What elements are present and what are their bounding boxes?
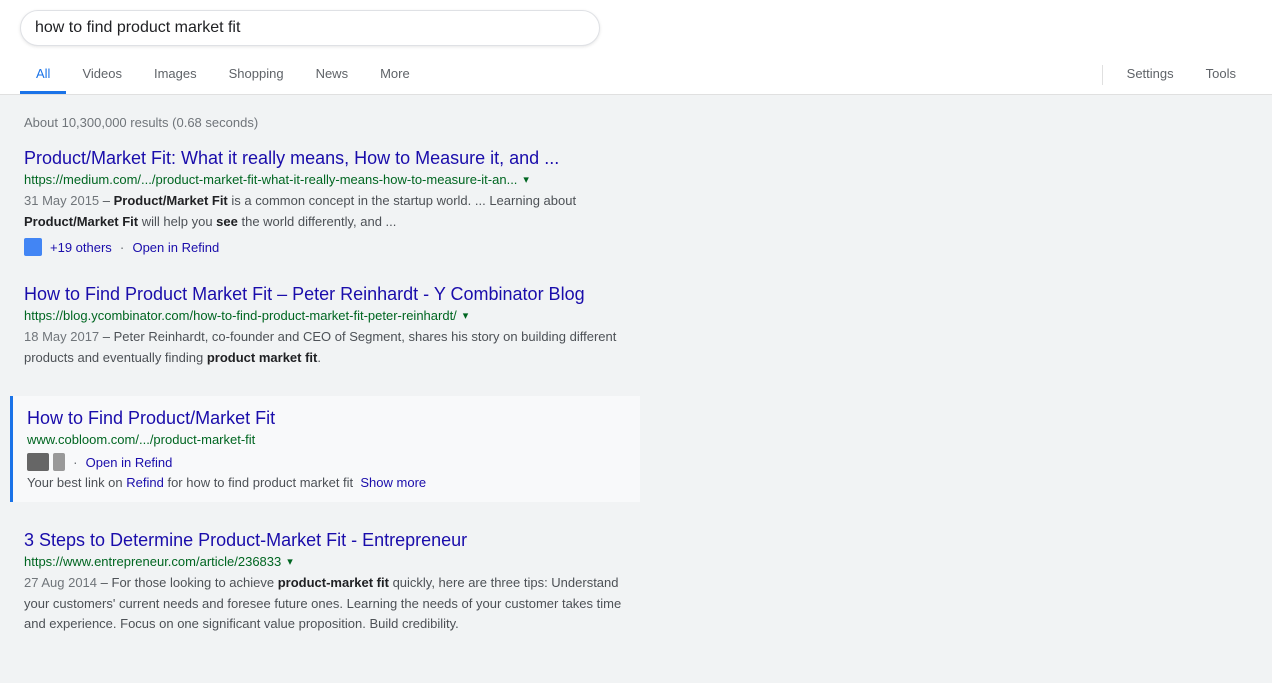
result-title[interactable]: How to Find Product/Market Fit <box>27 408 626 429</box>
search-box-container <box>20 10 600 46</box>
best-link-row: Your best link on Refind for how to find… <box>27 475 626 490</box>
tab-tools[interactable]: Tools <box>1190 56 1252 94</box>
show-more-link[interactable]: Show more <box>360 475 426 490</box>
tab-news[interactable]: News <box>300 56 365 94</box>
refine-square-icon <box>24 238 42 256</box>
result-snippet: 31 May 2015 – Product/Market Fit is a co… <box>24 191 640 232</box>
refine-others-link[interactable]: +19 others <box>50 240 112 255</box>
result-title[interactable]: Product/Market Fit: What it really means… <box>24 148 640 169</box>
result-bold-pmf2: product-market fit <box>278 575 389 590</box>
result-snippet: 18 May 2017 – Peter Reinhardt, co-founde… <box>24 327 640 368</box>
result-bold-2: Product/Market Fit <box>24 214 138 229</box>
result-dash: – <box>103 193 114 208</box>
result-bold-3: see <box>216 214 238 229</box>
tab-more[interactable]: More <box>364 56 426 94</box>
result-snippet: 27 Aug 2014 – For those looking to achie… <box>24 573 640 635</box>
result-item-highlighted: How to Find Product/Market Fit www.coblo… <box>10 396 640 502</box>
results-count: About 10,300,000 results (0.68 seconds) <box>24 115 640 130</box>
refine-thumb-row: · Open in Refind <box>27 453 626 471</box>
tab-settings[interactable]: Settings <box>1111 56 1190 94</box>
result-url-row: www.cobloom.com/.../product-market-fit <box>27 432 626 447</box>
tab-videos[interactable]: Videos <box>66 56 138 94</box>
result-dash: – <box>101 575 112 590</box>
result-date: 27 Aug 2014 <box>24 575 97 590</box>
thumb-icons <box>27 453 65 471</box>
nav-right: Settings Tools <box>1094 56 1252 94</box>
result-date: 18 May 2017 <box>24 329 99 344</box>
open-in-refind-link-2[interactable]: Open in Refind <box>86 455 173 470</box>
open-in-refind-link[interactable]: Open in Refind <box>132 240 219 255</box>
refind-label: Refind <box>126 475 164 490</box>
result-title[interactable]: How to Find Product Market Fit – Peter R… <box>24 284 640 305</box>
result-title[interactable]: 3 Steps to Determine Product-Market Fit … <box>24 530 640 551</box>
dropdown-arrow-icon[interactable]: ▾ <box>463 309 469 322</box>
refine-sep: · <box>120 239 125 255</box>
result-item: How to Find Product Market Fit – Peter R… <box>24 284 640 368</box>
thumb-icon-1 <box>27 453 49 471</box>
result-bold-1: Product/Market Fit <box>114 193 228 208</box>
nav-tabs: All Videos Images Shopping News More Set… <box>20 56 1252 94</box>
thumb-icon-2 <box>53 453 65 471</box>
nav-divider <box>1102 65 1103 85</box>
result-url: https://blog.ycombinator.com/how-to-find… <box>24 308 457 323</box>
result-bold-pmf: product market fit <box>207 350 318 365</box>
search-row <box>20 10 1252 46</box>
result-url-row: https://www.entrepreneur.com/article/236… <box>24 554 640 569</box>
result-url-row: https://medium.com/.../product-market-fi… <box>24 172 640 187</box>
tab-all[interactable]: All <box>20 56 66 94</box>
tab-shopping[interactable]: Shopping <box>213 56 300 94</box>
dropdown-arrow-icon[interactable]: ▾ <box>287 555 293 568</box>
result-item: Product/Market Fit: What it really means… <box>24 148 640 256</box>
dropdown-arrow-icon[interactable]: ▾ <box>523 173 529 186</box>
header: All Videos Images Shopping News More Set… <box>0 0 1272 95</box>
result-date: 31 May 2015 <box>24 193 99 208</box>
refine-sep: · <box>73 454 78 470</box>
result-url: www.cobloom.com/.../product-market-fit <box>27 432 255 447</box>
result-url: https://www.entrepreneur.com/article/236… <box>24 554 281 569</box>
result-url-row: https://blog.ycombinator.com/how-to-find… <box>24 308 640 323</box>
tab-images[interactable]: Images <box>138 56 213 94</box>
result-dash: – <box>103 329 114 344</box>
result-url: https://medium.com/.../product-market-fi… <box>24 172 517 187</box>
result-item: 3 Steps to Determine Product-Market Fit … <box>24 530 640 635</box>
main-content: About 10,300,000 results (0.68 seconds) … <box>0 95 660 683</box>
search-input[interactable] <box>35 19 561 37</box>
refine-row: +19 others · Open in Refind <box>24 238 640 256</box>
